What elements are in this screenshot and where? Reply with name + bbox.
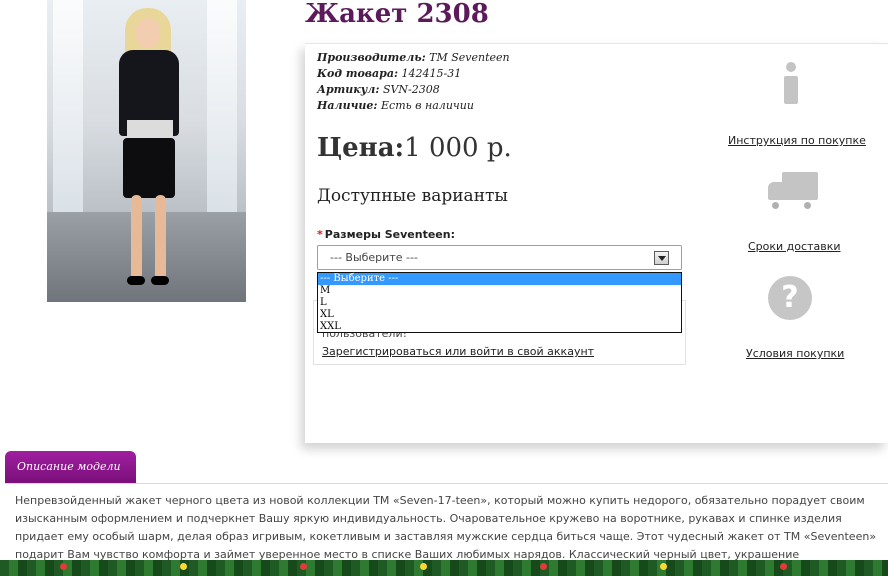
product-title: Жакет 2308 — [305, 0, 489, 29]
size-option[interactable]: L — [318, 297, 681, 309]
tab-divider — [5, 483, 888, 484]
manufacturer-value: ТМ Seventeen — [429, 51, 510, 64]
options-heading: Доступные варианты — [317, 186, 508, 206]
photo-background — [207, 0, 237, 230]
model-face — [136, 18, 160, 48]
price-label: Цена: — [317, 133, 405, 163]
model-leg — [155, 195, 166, 280]
product-photo[interactable] — [47, 0, 246, 302]
size-select[interactable]: --- Выберите --- — [317, 245, 682, 270]
size-select-value: --- Выберите --- — [330, 251, 418, 264]
size-option[interactable]: XXL — [318, 321, 681, 333]
article-value: SVN-2308 — [382, 83, 440, 96]
availability-row: Наличие: Есть в наличии — [317, 98, 510, 114]
instruction-link[interactable]: Инструкция по покупке — [728, 134, 866, 147]
code-row: Код товара: 142415-31 — [317, 66, 510, 82]
truck-icon — [768, 172, 818, 212]
photo-floor — [47, 212, 246, 302]
delivery-link[interactable]: Сроки доставки — [748, 240, 841, 253]
size-dropdown-list[interactable]: --- Выберите --- M L XL XXL — [317, 272, 682, 333]
info-icon — [778, 62, 804, 104]
tab-description[interactable]: Описание модели — [5, 451, 136, 484]
size-option[interactable]: --- Выберите --- — [318, 273, 681, 285]
product-meta: Производитель: ТМ Seventeen Код товара: … — [317, 50, 510, 114]
photo-background — [53, 0, 83, 230]
model-skirt — [123, 138, 175, 198]
christmas-garland-decoration — [0, 560, 888, 576]
model-shoe — [127, 276, 145, 285]
manufacturer-row: Производитель: ТМ Seventeen — [317, 50, 510, 66]
model-shoe — [151, 276, 169, 285]
size-label: * Размеры Seventeen: — [317, 228, 455, 241]
register-login-link[interactable]: Зарегистрироваться или войти в свой акка… — [322, 345, 594, 358]
required-mark: * — [317, 228, 323, 241]
product-price: Цена:1 000 р. — [317, 133, 512, 163]
price-value: 1 000 р. — [404, 133, 512, 163]
model-lace — [127, 120, 173, 140]
availability-value: Есть в наличии — [381, 99, 474, 112]
terms-link[interactable]: Условия покупки — [746, 347, 844, 360]
size-label-text: Размеры Seventeen: — [324, 228, 455, 241]
code-label: Код товара: — [317, 67, 399, 80]
question-icon: ? — [768, 276, 812, 320]
size-option[interactable]: M — [318, 285, 681, 297]
manufacturer-label: Производитель: — [317, 51, 426, 64]
model-leg — [131, 195, 142, 280]
article-label: Артикул: — [317, 83, 380, 96]
size-option[interactable]: XL — [318, 309, 681, 321]
article-row: Артикул: SVN-2308 — [317, 82, 510, 98]
availability-label: Наличие: — [317, 99, 378, 112]
code-value: 142415-31 — [401, 67, 462, 80]
chevron-down-icon[interactable] — [654, 251, 669, 265]
